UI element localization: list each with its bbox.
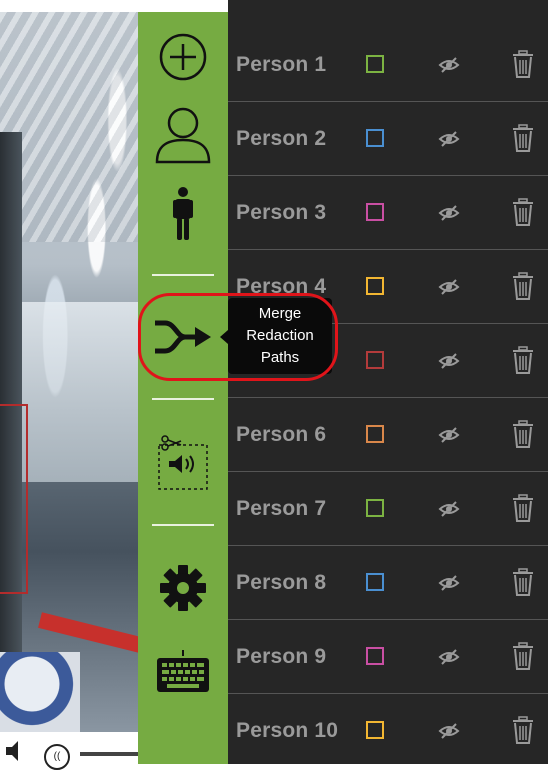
keyboard-shortcuts-button[interactable] — [138, 644, 228, 698]
gear-icon — [160, 565, 206, 611]
eye-slash-icon[interactable] — [438, 500, 460, 518]
color-swatch[interactable] — [366, 499, 384, 517]
video-cart-rail — [38, 612, 138, 657]
trash-icon[interactable] — [512, 124, 534, 152]
audio-redaction-button[interactable] — [138, 432, 228, 494]
color-swatch[interactable] — [366, 425, 384, 443]
person-row[interactable]: Person 10 — [228, 694, 548, 768]
volume-icon[interactable] — [4, 738, 34, 764]
person-row[interactable]: Person 3 — [228, 176, 548, 250]
color-swatch[interactable] — [366, 721, 384, 739]
person-label[interactable]: Person 8 — [236, 546, 326, 620]
eye-slash-icon[interactable] — [438, 648, 460, 666]
person-label[interactable]: Person 6 — [236, 398, 326, 472]
add-person-button[interactable] — [138, 32, 228, 82]
color-swatch[interactable] — [366, 573, 384, 591]
color-swatch[interactable] — [366, 55, 384, 73]
color-swatch[interactable] — [366, 129, 384, 147]
video-preview[interactable] — [0, 12, 138, 732]
tooltip-arrow — [220, 330, 228, 344]
merge-redaction-paths-button[interactable] — [138, 312, 228, 362]
full-body-button[interactable] — [138, 184, 228, 244]
trash-icon[interactable] — [512, 716, 534, 744]
plus-circle-icon — [159, 33, 207, 81]
person-label[interactable]: Person 10 — [236, 694, 338, 768]
person-label[interactable]: Person 1 — [236, 28, 326, 102]
toolbar-divider — [152, 524, 214, 526]
trash-icon[interactable] — [512, 50, 534, 78]
color-swatch[interactable] — [366, 203, 384, 221]
trash-icon[interactable] — [512, 494, 534, 522]
eye-slash-icon[interactable] — [438, 278, 460, 296]
user-outline-icon — [155, 107, 211, 164]
toolbar-divider — [152, 398, 214, 400]
eye-slash-icon[interactable] — [438, 56, 460, 74]
tool-sidebar — [138, 12, 228, 764]
tooltip-line: Merge — [258, 305, 302, 322]
person-row[interactable]: Person 2 — [228, 102, 548, 176]
settings-button[interactable] — [138, 560, 228, 616]
trash-icon[interactable] — [512, 642, 534, 670]
redaction-box[interactable] — [0, 404, 28, 594]
trash-icon[interactable] — [512, 568, 534, 596]
merge-arrow-icon — [155, 320, 211, 354]
person-row[interactable]: Person 7 — [228, 472, 548, 546]
color-swatch[interactable] — [366, 351, 384, 369]
video-cart — [0, 652, 80, 732]
tooltip-line: Paths — [260, 349, 300, 366]
person-label[interactable]: Person 3 — [236, 176, 326, 250]
eye-slash-icon[interactable] — [438, 130, 460, 148]
person-row[interactable]: Person 1 — [228, 28, 548, 102]
person-label[interactable]: Person 9 — [236, 620, 326, 694]
video-shelf — [20, 302, 138, 482]
person-list-panel: Person 1 Person 2 Person 3 Person 4 Pers… — [228, 0, 548, 764]
eye-slash-icon[interactable] — [438, 204, 460, 222]
toolbar-divider — [152, 274, 214, 276]
scissors-speaker-icon — [158, 435, 208, 490]
color-swatch[interactable] — [366, 647, 384, 665]
person-row[interactable]: Person 6 — [228, 398, 548, 472]
person-row[interactable]: Person 9 — [228, 620, 548, 694]
color-swatch[interactable] — [366, 277, 384, 295]
person-label[interactable]: Person 7 — [236, 472, 326, 546]
eye-slash-icon[interactable] — [438, 722, 460, 740]
keyboard-icon — [157, 650, 209, 692]
trash-icon[interactable] — [512, 346, 534, 374]
captions-icon[interactable]: (( — [44, 744, 70, 770]
merge-redaction-paths-tooltip: Merge Redaction Paths — [228, 298, 332, 374]
trash-icon[interactable] — [512, 420, 534, 448]
eye-slash-icon[interactable] — [438, 574, 460, 592]
person-label[interactable]: Person 2 — [236, 102, 326, 176]
standing-person-icon — [173, 187, 193, 240]
tooltip-line: Redaction — [246, 327, 314, 344]
person-head-button[interactable] — [138, 104, 228, 166]
eye-slash-icon[interactable] — [438, 352, 460, 370]
person-row[interactable]: Person 8 — [228, 546, 548, 620]
trash-icon[interactable] — [512, 198, 534, 226]
trash-icon[interactable] — [512, 272, 534, 300]
eye-slash-icon[interactable] — [438, 426, 460, 444]
